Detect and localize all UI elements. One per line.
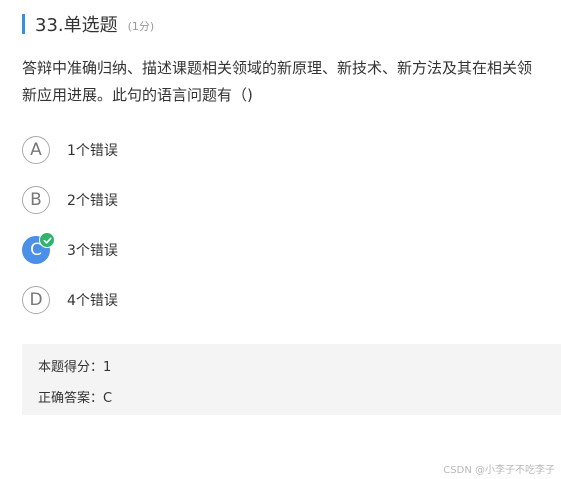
question-stem-line-1: 答辩中准确归纳、描述课题相关领域的新原理、新技术、新方法及其在相关领: [22, 59, 533, 77]
option-a-text[interactable]: 1个错误: [67, 140, 118, 160]
score-label: 本题得分：: [38, 360, 104, 375]
accent-bar: [22, 14, 25, 34]
question-page: 33.单选题 (1分) 答辩中准确归纳、描述课题相关领域的新原理、新技术、新方法…: [0, 0, 561, 479]
result-panel: 本题得分：1 正确答案：C: [22, 344, 561, 415]
option-b-letter[interactable]: B: [22, 186, 50, 214]
question-stem: 答辩中准确归纳、描述课题相关领域的新原理、新技术、新方法及其在相关领 新应用进展…: [22, 55, 561, 109]
option-c-text[interactable]: 3个错误: [67, 240, 118, 260]
question-score-note: (1分): [127, 20, 155, 33]
option-a-letter[interactable]: A: [22, 136, 50, 164]
question-header: 33.单选题 (1分): [22, 10, 154, 38]
option-c[interactable]: C 3个错误: [22, 232, 118, 265]
option-b-text[interactable]: 2个错误: [67, 190, 118, 210]
question-title: 33.单选题: [35, 15, 118, 36]
option-c-letter[interactable]: C: [22, 232, 55, 264]
check-icon: [39, 232, 55, 248]
option-a[interactable]: A 1个错误: [22, 135, 118, 165]
correct-answer-value: C: [103, 391, 113, 406]
question-stem-line-2: 新应用进展。此句的语言问题有（): [22, 86, 253, 104]
score-row: 本题得分：1: [38, 356, 111, 375]
score-value: 1: [103, 360, 112, 375]
option-b[interactable]: B 2个错误: [22, 185, 118, 215]
correct-answer-row: 正确答案：C: [38, 387, 112, 406]
option-d-text[interactable]: 4个错误: [67, 290, 118, 310]
options-list: A 1个错误 B 2个错误 C 3个错误 D 4个错误: [22, 135, 118, 335]
option-d-letter[interactable]: D: [22, 286, 50, 314]
correct-answer-label: 正确答案：: [38, 391, 104, 406]
watermark: CSDN @小李子不吃李子: [443, 465, 555, 476]
option-d[interactable]: D 4个错误: [22, 285, 118, 315]
